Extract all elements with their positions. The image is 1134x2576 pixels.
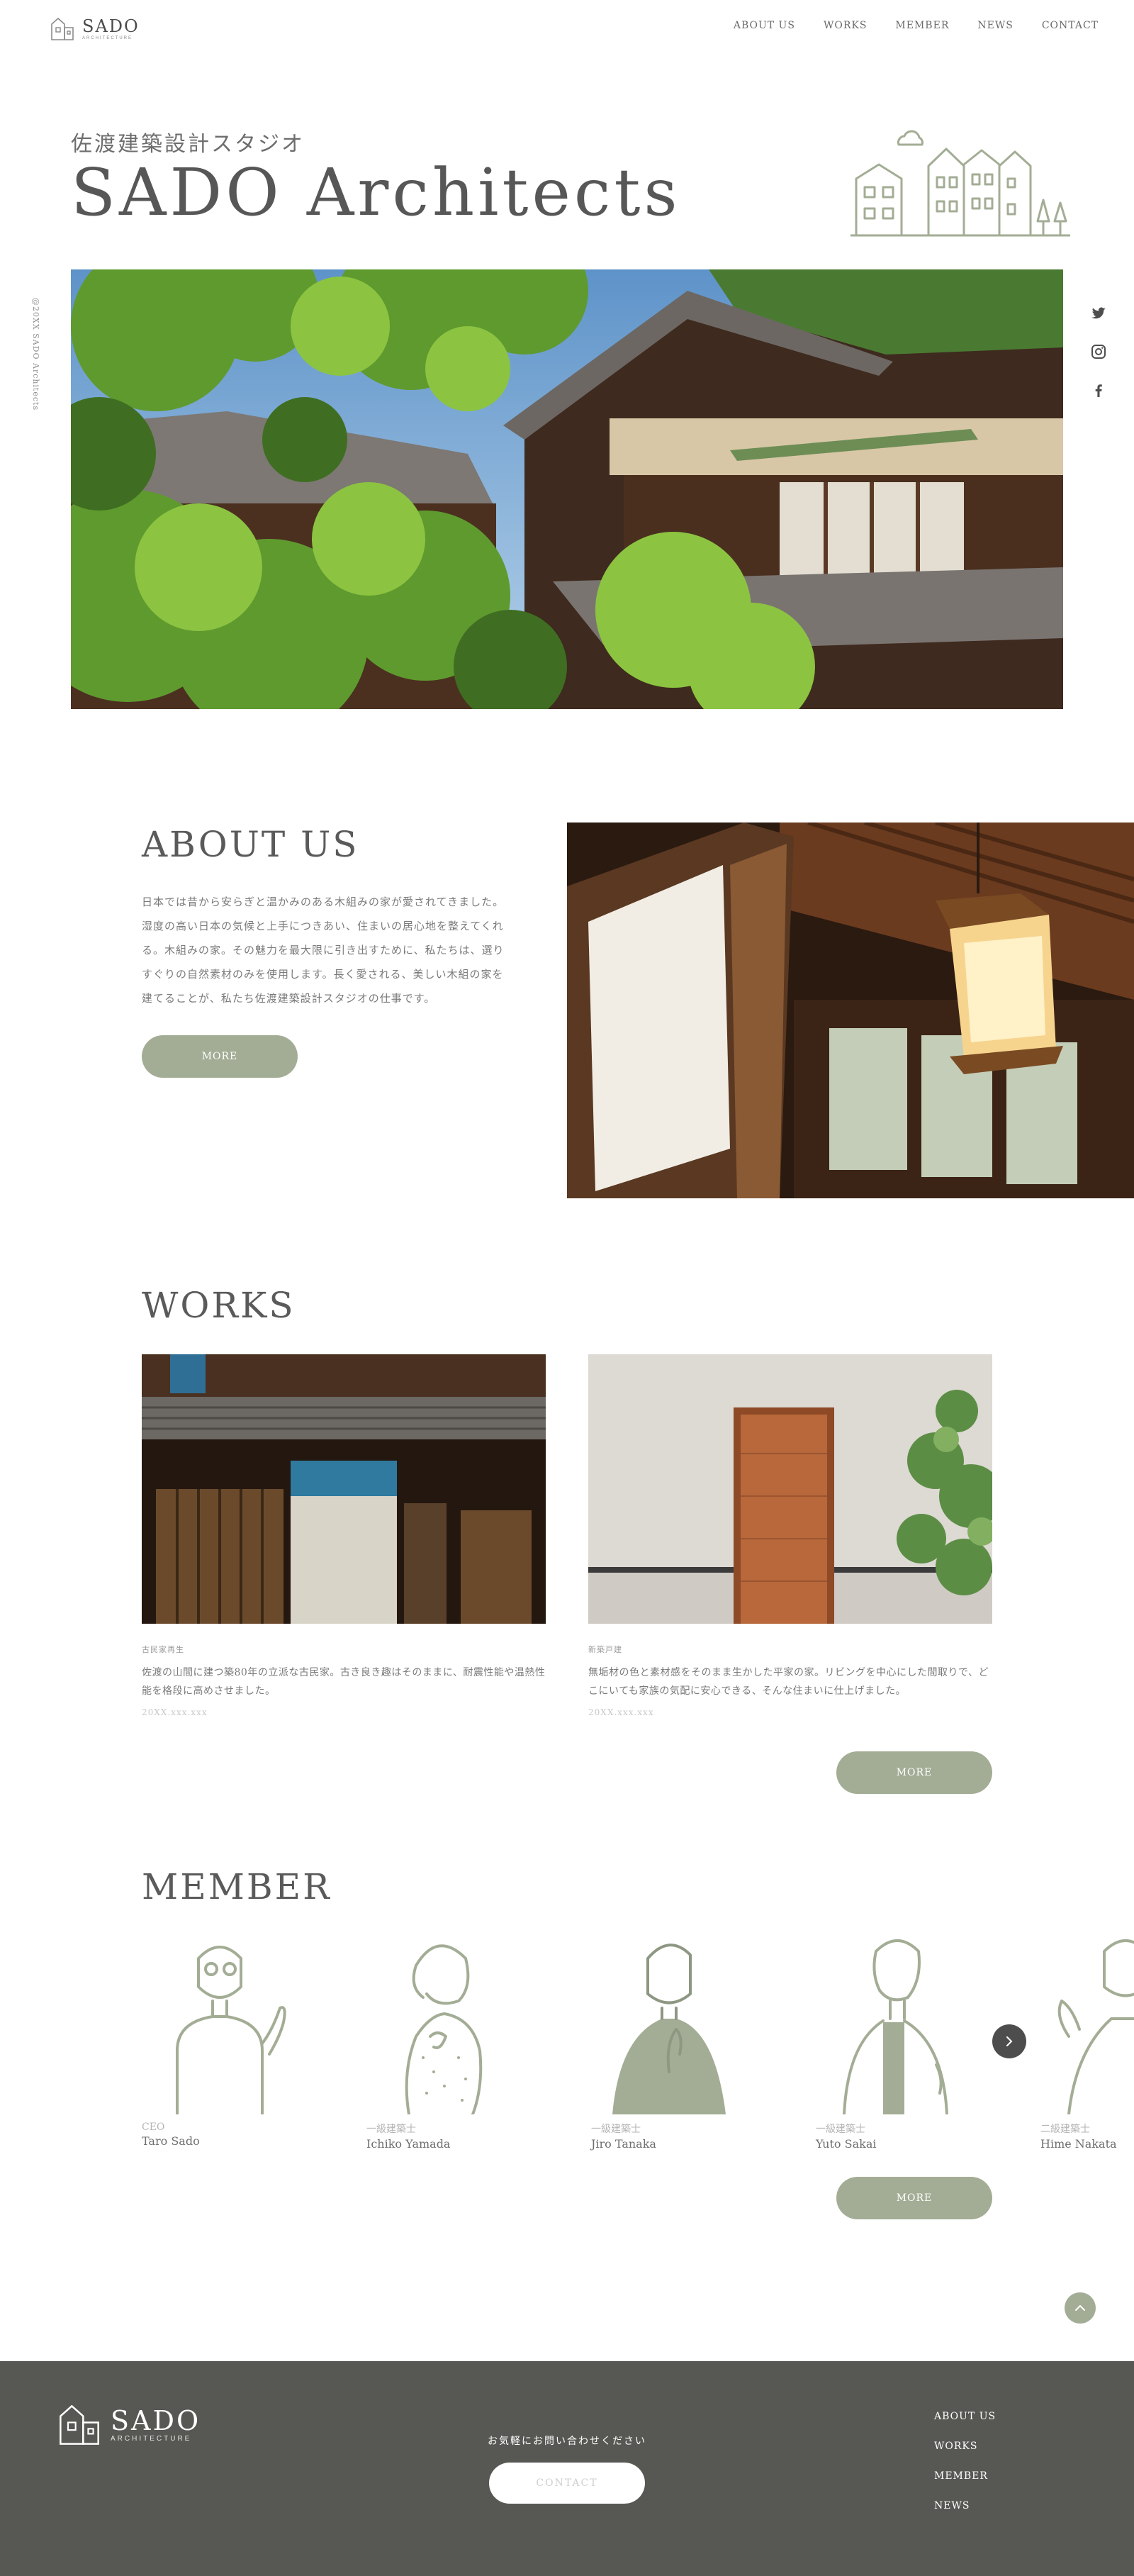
- back-to-top-button[interactable]: [1065, 2292, 1096, 2324]
- footer-nav-news[interactable]: NEWS: [934, 2500, 996, 2511]
- logo-house-icon: [51, 17, 74, 40]
- footer: SADO ARCHITECTURE お気軽にお問い合わせください CONTACT…: [0, 2361, 1134, 2576]
- member-next-button[interactable]: [992, 2024, 1026, 2058]
- social-links: [1090, 305, 1107, 398]
- work-category: 古民家再生: [142, 1645, 184, 1654]
- work-description: 無垢材の色と素材感をそのまま生かした平家の家。リビングを中心にした間取りで、どこ…: [588, 1667, 989, 1697]
- about-more-button[interactable]: MORE: [142, 1035, 298, 1078]
- member-role: 一級建築士: [366, 2124, 416, 2135]
- member-name: Taro Sado: [142, 2134, 200, 2148]
- chevron-right-icon: [1006, 2036, 1013, 2046]
- logo-subtitle: ARCHITECTURE: [82, 36, 133, 40]
- footer-nav-member[interactable]: MEMBER: [934, 2470, 996, 2482]
- member-card[interactable]: 二級建築士 Hime Nakata: [1040, 1930, 1134, 2151]
- member-card[interactable]: 一級建築士 Ichiko Yamada: [366, 1930, 522, 2151]
- twitter-icon[interactable]: [1090, 305, 1107, 322]
- member-illustration: [1057, 1939, 1134, 2114]
- work-card[interactable]: 古民家再生 佐渡の山間に建つ築80年の立派な古民家。古き良き趣はそのままに、耐震…: [142, 1354, 546, 1717]
- vertical-copyright: @20XX SADO Architects: [31, 298, 40, 411]
- instagram-icon[interactable]: [1090, 343, 1107, 360]
- member-name: Jiro Tanaka: [591, 2137, 656, 2151]
- member-name: Ichiko Yamada: [366, 2137, 451, 2151]
- work-description: 佐渡の山間に建つ築80年の立派な古民家。古き良き趣はそのままに、耐震性能や温熱性…: [142, 1667, 546, 1697]
- nav-news[interactable]: NEWS: [977, 20, 1013, 31]
- logo-house-icon: [60, 2404, 99, 2445]
- member-name: Hime Nakata: [1040, 2137, 1117, 2151]
- hero-subtitle: 佐渡建築設計スタジオ: [71, 132, 305, 157]
- footer-nav: ABOUT US WORKS MEMBER NEWS: [934, 2411, 996, 2511]
- nav-works[interactable]: WORKS: [824, 20, 867, 31]
- member-role: 一級建築士: [816, 2124, 865, 2135]
- member-card[interactable]: CEO Taro Sado: [142, 1930, 298, 2148]
- about-text: 日本では昔から安らぎと温かみのある木組みの家が愛されてきました。湿度の高い日本の…: [142, 896, 505, 1005]
- footer-logo[interactable]: SADO ARCHITECTURE: [57, 2402, 201, 2448]
- work-photo: [588, 1354, 992, 1624]
- member-title: MEMBER: [142, 1866, 332, 1907]
- nav-member[interactable]: MEMBER: [895, 20, 949, 31]
- member-name: Yuto Sakai: [816, 2137, 877, 2151]
- works-more-button[interactable]: MORE: [836, 1751, 992, 1794]
- footer-cta-text: お気軽にお問い合わせください: [488, 2436, 646, 2447]
- work-category: 新築戸建: [588, 1645, 622, 1654]
- member-illustration: [612, 1944, 726, 2114]
- hero-title: SADO Architects: [71, 155, 681, 230]
- about-title: ABOUT US: [142, 824, 359, 865]
- footer-logo-subtitle: ARCHITECTURE: [111, 2435, 192, 2443]
- footer-logo-name: SADO: [111, 2405, 201, 2436]
- logo-name: SADO: [82, 16, 140, 36]
- member-illustration: [405, 1944, 483, 2114]
- work-photo: [142, 1354, 546, 1624]
- footer-nav-works[interactable]: WORKS: [934, 2441, 996, 2452]
- works-title: WORKS: [142, 1285, 296, 1326]
- member-card[interactable]: 一級建築士 Yuto Sakai: [816, 1930, 972, 2151]
- member-card[interactable]: 一級建築士 Jiro Tanaka: [591, 1930, 747, 2151]
- chevron-up-icon: [1075, 2304, 1085, 2311]
- member-role: 一級建築士: [591, 2124, 641, 2135]
- member-illustration: [843, 1939, 948, 2114]
- member-role: 二級建築士: [1040, 2124, 1090, 2135]
- work-date: 20XX.xxx.xxx: [142, 1707, 208, 1717]
- footer-nav-about-us[interactable]: ABOUT US: [934, 2411, 996, 2422]
- nav-about-us[interactable]: ABOUT US: [734, 20, 795, 31]
- houses-illustration: [850, 130, 1070, 237]
- footer-contact-button[interactable]: CONTACT: [489, 2463, 645, 2504]
- hero-photo: [71, 269, 1063, 709]
- nav-contact[interactable]: CONTACT: [1042, 20, 1099, 31]
- about-photo: [567, 823, 1134, 1198]
- work-date: 20XX.xxx.xxx: [588, 1707, 654, 1717]
- header-logo[interactable]: SADO ARCHITECTURE: [50, 14, 191, 44]
- main-nav: ABOUT US WORKS MEMBER NEWS CONTACT: [734, 20, 1099, 31]
- member-illustration: [176, 1946, 286, 2114]
- facebook-icon[interactable]: [1090, 381, 1107, 398]
- member-role: CEO: [142, 2121, 165, 2133]
- work-card[interactable]: 新築戸建 無垢材の色と素材感をそのまま生かした平家の家。リビングを中心にした間取…: [588, 1354, 992, 1717]
- member-more-button[interactable]: MORE: [836, 2177, 992, 2219]
